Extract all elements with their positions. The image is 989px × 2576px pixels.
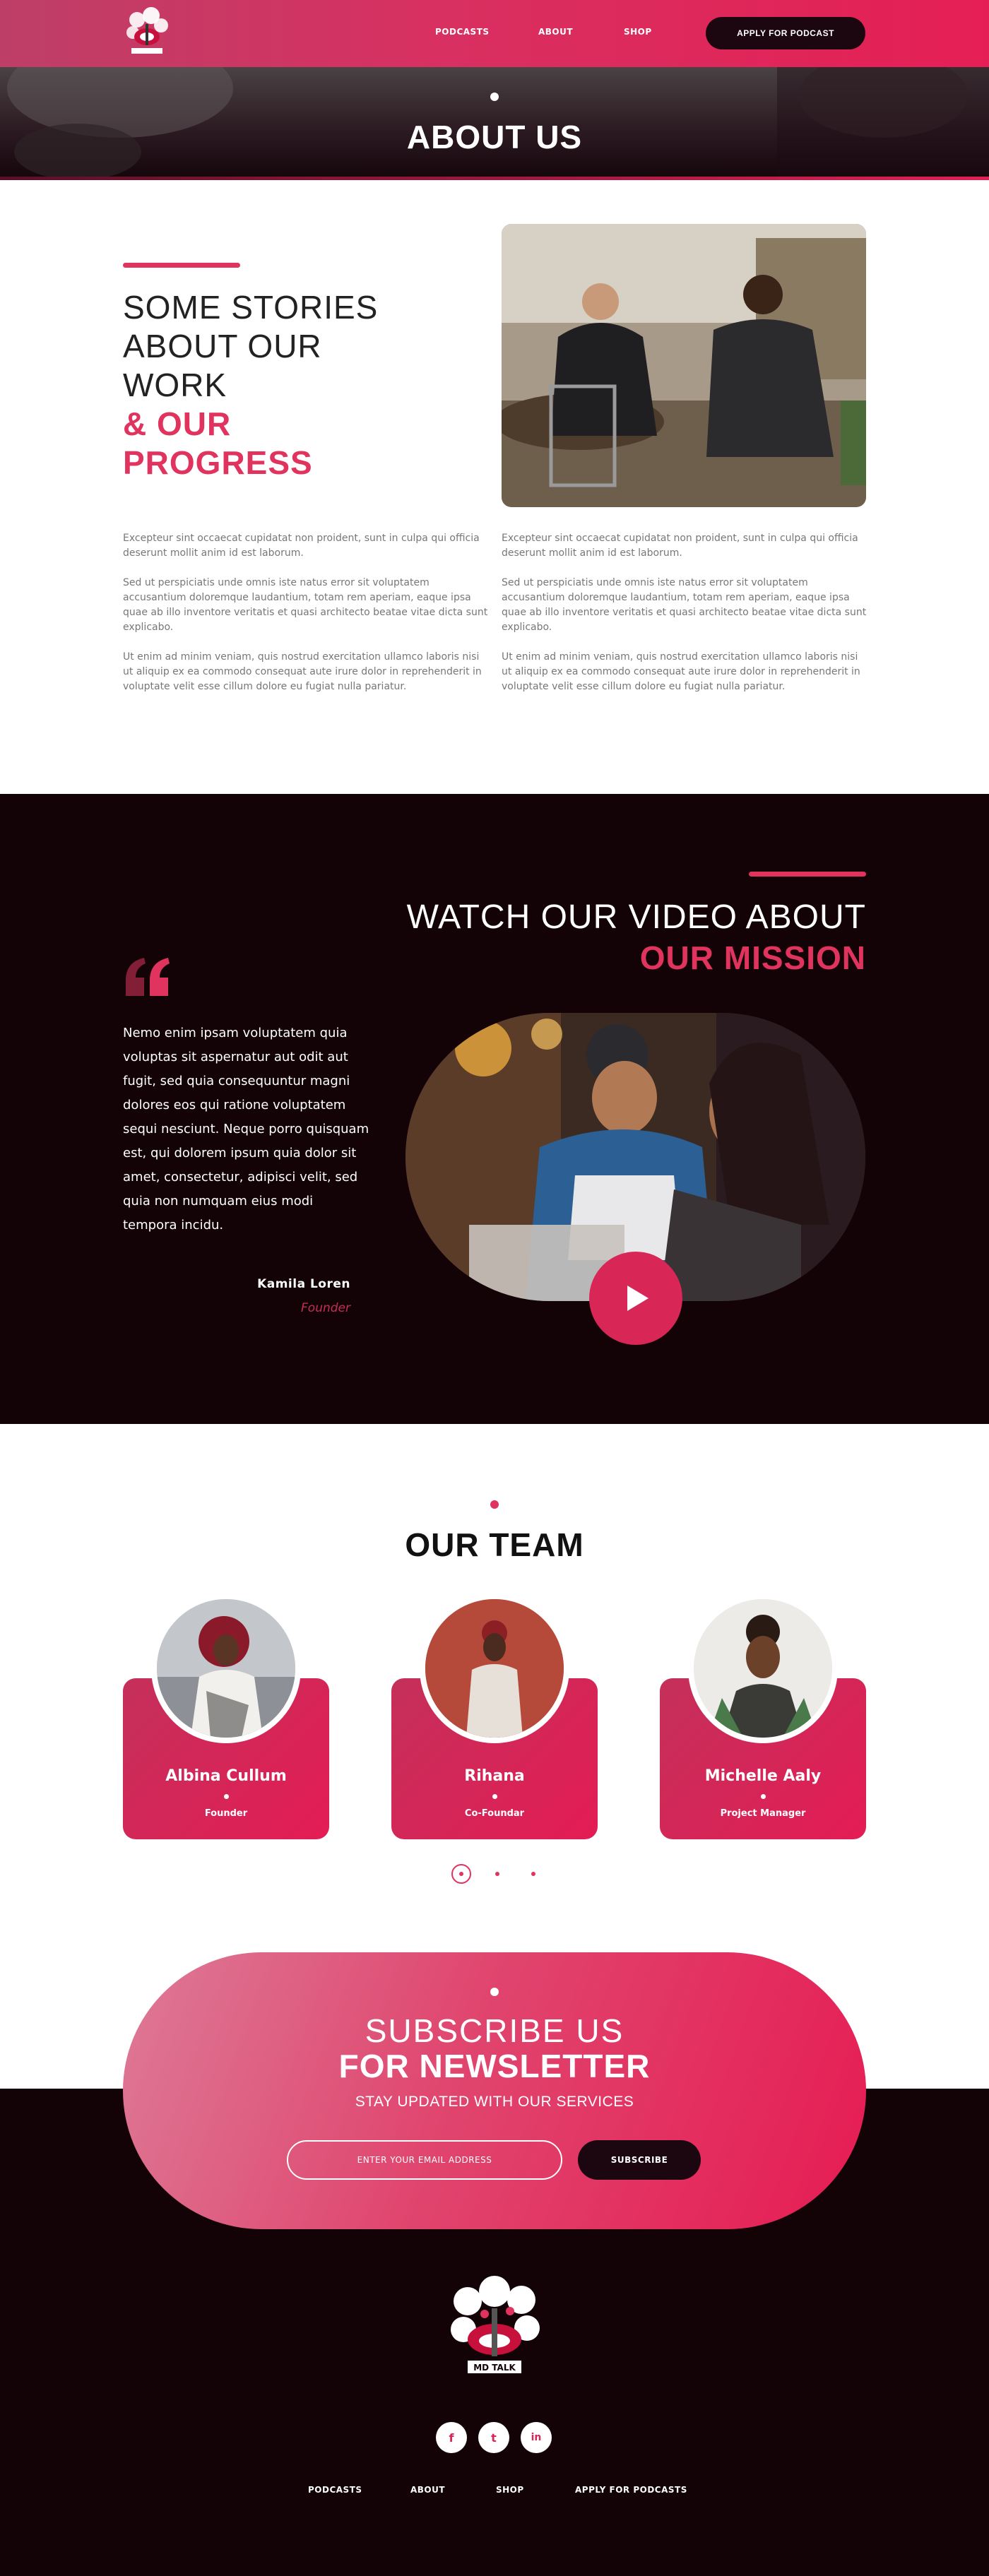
team-member-role: Project Manager <box>720 1808 806 1819</box>
about-heading: SOME STORIES ABOUT OUR WORK & OUR PROGRE… <box>123 288 378 482</box>
newsletter-subtitle: STAY UPDATED WITH OUR SERVICES <box>355 2094 634 2110</box>
hero-dot <box>490 93 499 101</box>
hero-accent-bar <box>0 177 989 180</box>
play-video-button[interactable] <box>589 1252 682 1345</box>
about-paragraph: Excepteur sint occaecat cupidatat non pr… <box>123 533 480 559</box>
team-section-dot <box>490 1500 499 1509</box>
team-avatar <box>688 1593 838 1743</box>
team-avatar <box>420 1593 569 1743</box>
subscribe-button[interactable]: SUBSCRIBE <box>578 2140 701 2180</box>
team-card-dot <box>224 1794 229 1799</box>
quote-icon <box>126 958 170 996</box>
nav-podcasts-link[interactable]: PODCASTS <box>435 27 490 37</box>
facebook-icon[interactable]: f <box>436 2422 467 2453</box>
mission-title-bold: OUR MISSION <box>639 939 866 976</box>
top-navbar: PODCASTS ABOUT SHOP APPLY FOR PODCAST <box>0 0 989 67</box>
quote-author-role: Founder <box>301 1301 350 1315</box>
about-paragraph: Sed ut perspiciatis unde omnis iste natu… <box>123 577 488 633</box>
about-heading-line1: SOME STORIES <box>123 289 379 326</box>
about-paragraph: Ut enim ad minim veniam, quis nostrud ex… <box>123 651 482 692</box>
nav-shop-link[interactable]: SHOP <box>624 27 652 37</box>
mission-section: WATCH OUR VIDEO ABOUT OUR MISSION Nemo e… <box>0 794 989 1424</box>
about-accent-line <box>123 263 240 268</box>
newsletter-dot <box>490 1988 499 1996</box>
about-paragraph: Excepteur sint occaecat cupidatat non pr… <box>502 533 858 559</box>
mission-title: WATCH OUR VIDEO ABOUT OUR MISSION <box>407 897 866 978</box>
nav-about-link[interactable]: ABOUT <box>538 27 573 37</box>
about-heading-bold2: PROGRESS <box>123 444 313 481</box>
mission-quote-text: Nemo enim ipsam voluptatem quia voluptas… <box>123 1026 369 1233</box>
about-heading-line2: ABOUT OUR <box>123 328 322 364</box>
team-member-role: Founder <box>204 1808 248 1819</box>
newsletter-title-bold: FOR NEWSLETTER <box>338 2048 651 2084</box>
logo-icon[interactable]: MD TALK <box>438 2274 551 2387</box>
footer-apply-link[interactable]: APPLY FOR PODCASTS <box>575 2485 687 2495</box>
footer-podcasts-link[interactable]: PODCASTS <box>308 2485 362 2495</box>
about-text-column-1: Excepteur sint occaecat cupidatat non pr… <box>123 531 490 709</box>
mission-accent-line <box>749 872 866 877</box>
linkedin-icon[interactable]: in <box>521 2422 552 2453</box>
footer-shop-link[interactable]: SHOP <box>496 2485 524 2495</box>
team-pager-dot[interactable] <box>531 1872 535 1876</box>
team-avatar <box>151 1593 301 1743</box>
about-paragraph: Ut enim ad minim veniam, quis nostrud ex… <box>502 651 860 692</box>
about-heading-line3: WORK <box>123 367 227 403</box>
team-pager-dot[interactable] <box>495 1872 499 1876</box>
logo-icon[interactable] <box>120 4 174 61</box>
team-card-dot <box>761 1794 766 1799</box>
apply-for-podcast-button[interactable]: APPLY FOR PODCAST <box>706 17 865 49</box>
newsletter-title-light: SUBSCRIBE US <box>365 2012 624 2049</box>
logo-text: MD TALK <box>473 2363 516 2373</box>
page-title: ABOUT US <box>406 119 583 155</box>
team-card-dot <box>492 1794 497 1799</box>
about-paragraph: Sed ut perspiciatis unde omnis iste natu… <box>502 577 867 633</box>
team-member-role: Co-Foundar <box>464 1808 525 1819</box>
hero-banner: ABOUT US <box>0 67 989 180</box>
about-photo <box>502 224 866 507</box>
newsletter-card: SUBSCRIBE US FOR NEWSLETTER STAY UPDATED… <box>123 1952 866 2229</box>
team-title: OUR TEAM <box>405 1526 584 1563</box>
team-member-name: Rihana <box>464 1767 525 1785</box>
mission-title-light: WATCH OUR VIDEO ABOUT <box>406 898 866 936</box>
team-member-name: Albina Cullum <box>165 1767 287 1785</box>
newsletter-email-input[interactable] <box>287 2140 562 2180</box>
play-icon <box>627 1286 649 1311</box>
about-heading-bold1: & OUR <box>123 405 232 442</box>
quote-author: Kamila Loren <box>257 1277 350 1291</box>
twitter-icon[interactable]: t <box>478 2422 509 2453</box>
team-member-name: Michelle Aaly <box>704 1767 822 1785</box>
footer-about-link[interactable]: ABOUT <box>410 2485 445 2495</box>
team-pager-dot-inner <box>459 1872 463 1876</box>
about-text-column-2: Excepteur sint occaecat cupidatat non pr… <box>502 531 869 709</box>
